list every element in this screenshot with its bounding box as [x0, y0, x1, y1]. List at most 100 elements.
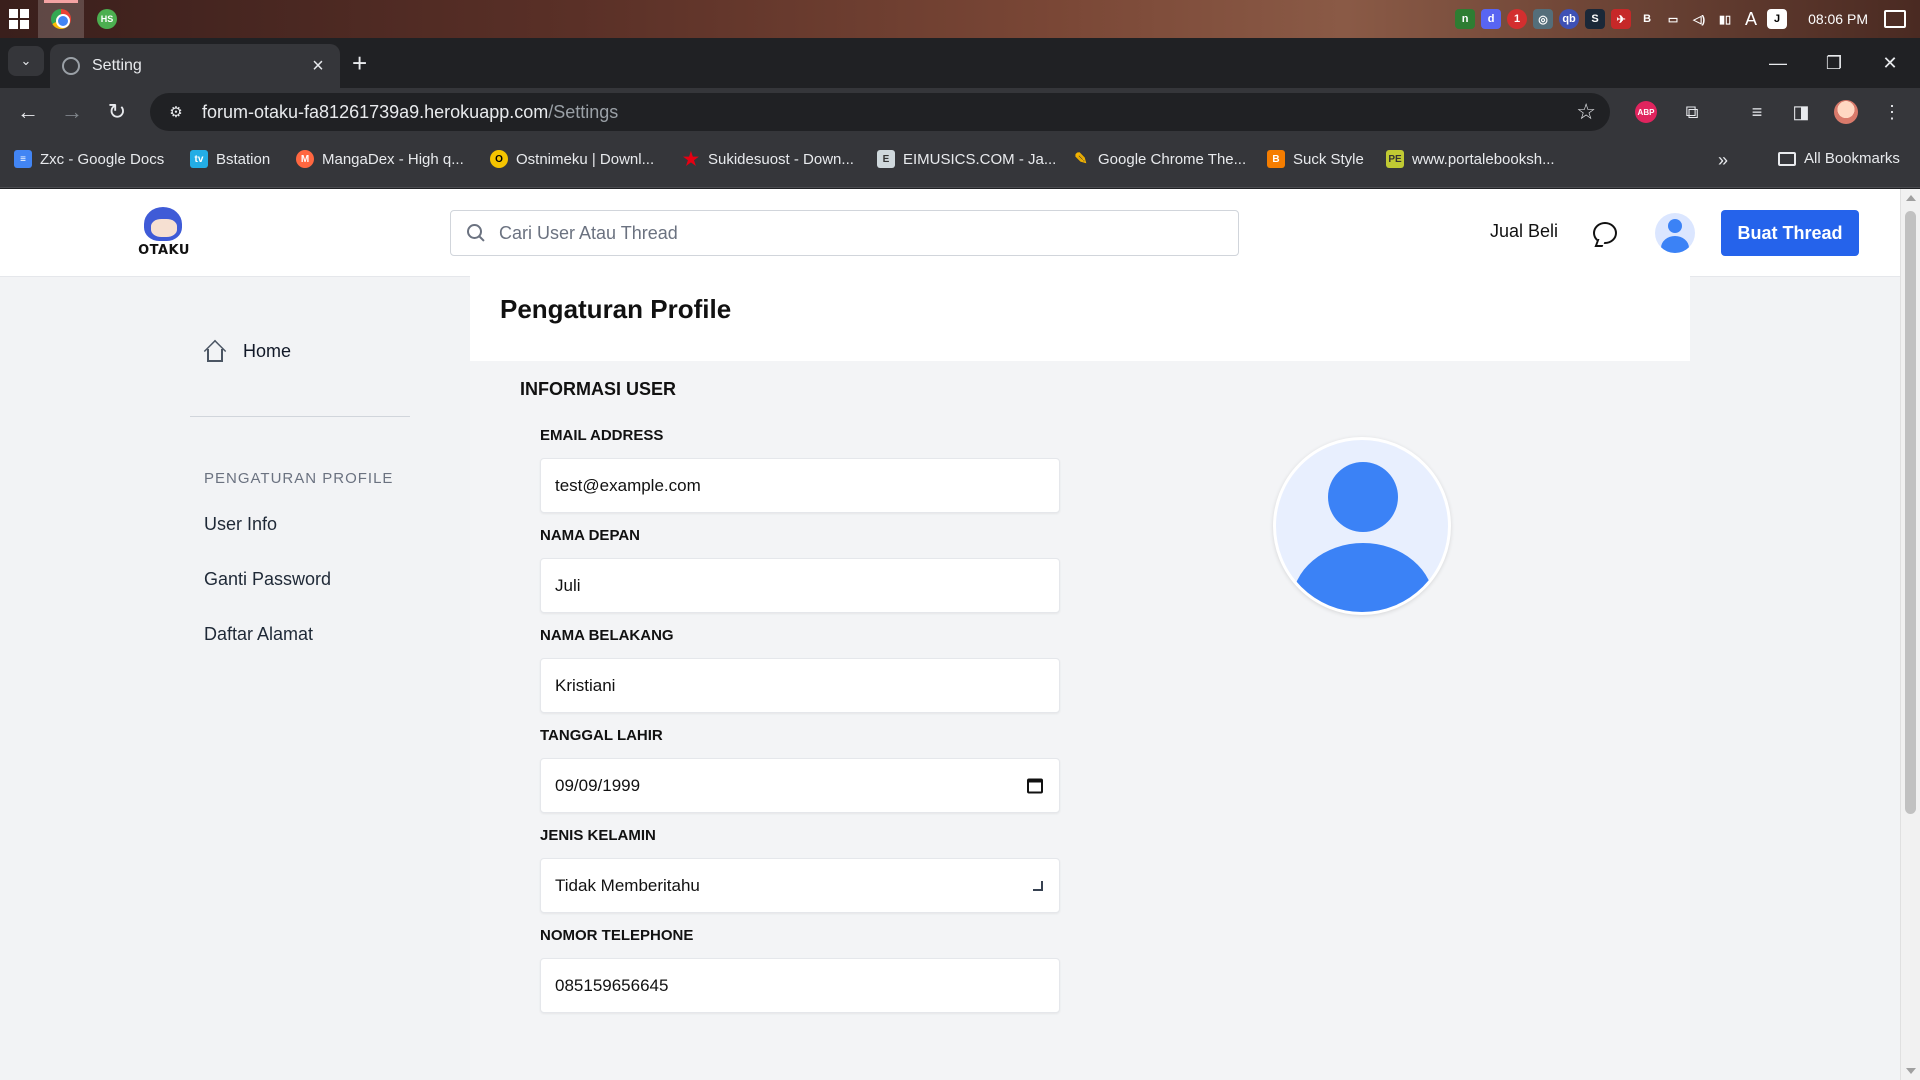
tab-title: Setting	[92, 57, 142, 74]
extensions-puzzle-icon[interactable]: ⧉	[1680, 100, 1704, 124]
game-tray-icon[interactable]: ✈	[1611, 9, 1632, 29]
all-bookmarks-button[interactable]: All Bookmarks	[1778, 150, 1900, 167]
taskbar-app-icon[interactable]: HS	[84, 0, 130, 38]
sidebar-item-user-info[interactable]: User Info	[204, 514, 277, 535]
bookmark-item[interactable]: PE www.portalebooksh...	[1386, 150, 1555, 168]
side-panel-icon[interactable]: ◨	[1789, 100, 1813, 124]
site-header: OTAKU Jual Beli Buat Thread	[0, 189, 1900, 277]
window-close-icon[interactable]: ✕	[1862, 38, 1918, 88]
nvidia-tray-icon[interactable]: n	[1455, 9, 1476, 29]
page-scrollbar[interactable]	[1900, 189, 1920, 1080]
bookmark-label: Bstation	[216, 150, 271, 168]
sync-tray-icon[interactable]: ◎	[1533, 9, 1554, 29]
search-icon	[467, 224, 485, 242]
chat-bubble-icon[interactable]	[1593, 222, 1617, 244]
create-thread-button[interactable]: Buat Thread	[1721, 210, 1859, 256]
chrome-theme-icon: ✎	[1074, 151, 1088, 168]
email-value: test@example.com	[555, 475, 701, 495]
notification-badge-icon[interactable]: 1	[1507, 9, 1528, 29]
bookmark-star-icon[interactable]: ☆	[1576, 99, 1596, 125]
search-input[interactable]	[499, 222, 1222, 244]
birth-date-field[interactable]: 09/09/1999	[540, 758, 1060, 813]
volume-tray-icon[interactable]: ◁)	[1689, 9, 1709, 29]
user-avatar-icon[interactable]	[1655, 213, 1695, 253]
email-field[interactable]: test@example.com	[540, 458, 1060, 513]
nav-jual-beli-link[interactable]: Jual Beli	[1490, 221, 1558, 242]
sidebar-item-daftar-alamat[interactable]: Daftar Alamat	[204, 624, 313, 645]
docs-icon: ≡	[14, 150, 32, 168]
tab-search-chevron-icon[interactable]: ⌄	[8, 46, 44, 76]
scroll-down-arrow-icon[interactable]	[1906, 1068, 1916, 1074]
bookmark-label: MangaDex - High q...	[322, 150, 464, 168]
app-tray-icon[interactable]: J	[1767, 9, 1788, 29]
profile-avatar[interactable]	[1273, 437, 1451, 615]
forward-arrow-icon[interactable]: →	[56, 96, 88, 128]
url-host: forum-otaku-fa81261739a9.herokuapp.com	[202, 101, 549, 122]
logo-text: OTAKU	[138, 243, 190, 258]
calendar-icon[interactable]	[1027, 778, 1043, 793]
media-controls-icon[interactable]: ≡	[1745, 100, 1769, 124]
notification-center-icon[interactable]	[1884, 10, 1906, 28]
qbittorrent-tray-icon[interactable]: qb	[1559, 9, 1580, 29]
sidebar-home-label: Home	[243, 340, 292, 361]
sidebar-divider	[190, 416, 410, 417]
first-name-label: NAMA DEPAN	[540, 527, 640, 544]
tab-close-icon[interactable]: ×	[308, 55, 328, 78]
portalebook-icon: PE	[1386, 150, 1404, 168]
phone-label: NOMOR TELEPHONE	[540, 927, 694, 944]
bookmark-item[interactable]: M MangaDex - High q...	[296, 150, 464, 168]
bookmark-item[interactable]: E EIMUSICS.COM - Ja...	[877, 150, 1056, 168]
sidebar-item-home[interactable]: Home	[203, 339, 291, 363]
last-name-value: Kristiani	[555, 675, 616, 695]
sidebar-item-ganti-password[interactable]: Ganti Password	[204, 569, 331, 590]
birth-date-value: 09/09/1999	[555, 775, 641, 795]
phone-field[interactable]: 085159656645	[540, 958, 1060, 1013]
last-name-field[interactable]: Kristiani	[540, 658, 1060, 713]
bookmark-item[interactable]: tv Bstation	[190, 150, 270, 168]
phone-value: 085159656645	[555, 975, 669, 995]
site-info-icon[interactable]: ⚙	[166, 102, 186, 122]
settings-card-header: Pengaturan Profile	[470, 266, 1690, 361]
browser-toolbar: ← → ↻ ⚙ forum-otaku-fa81261739a9.herokua…	[0, 88, 1920, 136]
scroll-up-arrow-icon[interactable]	[1906, 195, 1916, 201]
network-tray-icon[interactable]: ▭	[1663, 9, 1683, 29]
reload-icon[interactable]: ↻	[101, 96, 133, 128]
windows-start-icon[interactable]	[0, 0, 38, 38]
address-bar[interactable]: ⚙ forum-otaku-fa81261739a9.herokuapp.com…	[150, 93, 1610, 131]
bookmark-label: Suck Style	[1293, 150, 1364, 168]
last-name-label: NAMA BELAKANG	[540, 627, 674, 644]
first-name-field[interactable]: Juli	[540, 558, 1060, 613]
new-tab-plus-icon[interactable]: +	[352, 50, 367, 76]
bookmark-item[interactable]: B Suck Style	[1267, 150, 1364, 168]
browser-menu-kebab-icon[interactable]: ⋮	[1880, 100, 1904, 124]
profile-avatar-icon[interactable]	[1834, 100, 1858, 124]
discord-tray-icon[interactable]: d	[1481, 9, 1502, 29]
bookmark-item[interactable]: ★ Sukidesuost - Down...	[682, 149, 854, 169]
steam-tray-icon[interactable]: S	[1585, 9, 1606, 29]
gender-value: Tidak Memberitahu	[555, 875, 700, 895]
taskbar-chrome-icon[interactable]	[38, 0, 84, 38]
mangadex-icon: M	[296, 150, 314, 168]
browser-tab-active[interactable]: Setting ×	[50, 44, 340, 88]
window-restore-icon[interactable]: ❐	[1806, 38, 1862, 88]
adblock-plus-icon[interactable]: ABP	[1634, 100, 1658, 124]
taskbar-clock[interactable]: 08:06 PM	[1808, 11, 1868, 27]
bookmark-label: Google Chrome The...	[1098, 150, 1247, 168]
input-language-icon[interactable]: A	[1741, 9, 1761, 29]
bluetooth-tray-icon[interactable]: B	[1637, 9, 1657, 29]
bookmark-item[interactable]: O Ostnimeku | Downl...	[490, 150, 654, 168]
windows-taskbar: HS n d 1 ◎ qb S ✈ B ▭ ◁) ▮▯ A J 08:06 PM	[0, 0, 1920, 38]
window-minimize-icon[interactable]: —	[1750, 38, 1806, 88]
url-path: /Settings	[548, 101, 619, 122]
site-search-box[interactable]	[450, 210, 1239, 256]
gender-select[interactable]: Tidak Memberitahu	[540, 858, 1060, 913]
scrollbar-thumb[interactable]	[1905, 211, 1916, 814]
battery-tray-icon[interactable]: ▮▯	[1715, 9, 1735, 29]
bookmark-item[interactable]: ✎ Google Chrome The...	[1072, 150, 1247, 169]
bookmark-label: www.portalebooksh...	[1412, 150, 1555, 168]
back-arrow-icon[interactable]: ←	[12, 96, 44, 128]
bookmark-item[interactable]: ≡ Zxc - Google Docs	[14, 150, 164, 168]
bookmarks-overflow-icon[interactable]: »	[1718, 150, 1728, 171]
site-logo[interactable]: OTAKU	[138, 203, 190, 263]
bookmark-label: EIMUSICS.COM - Ja...	[903, 150, 1057, 168]
